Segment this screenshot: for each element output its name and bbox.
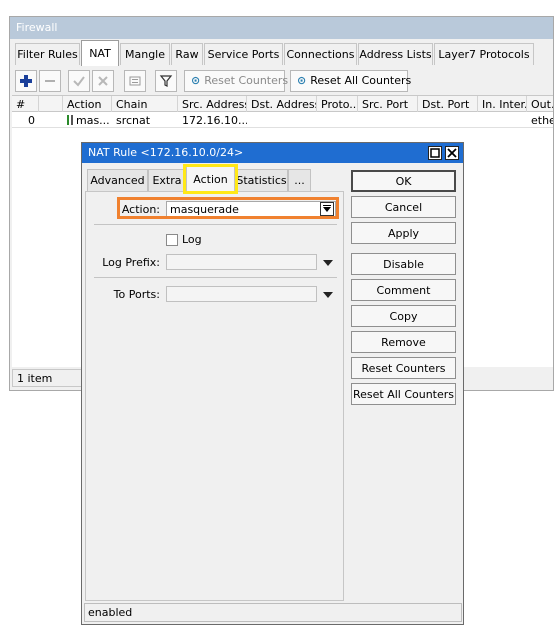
maximize-button[interactable] [428,146,442,160]
tab-mangle[interactable]: Mangle [120,43,170,65]
remove-button[interactable] [39,70,61,92]
separator [94,277,337,278]
firewall-status-bar: 1 item [12,369,82,387]
column-header-protocol[interactable]: Proto... [317,96,358,112]
action-tab-highlight [183,164,238,194]
apply-button[interactable]: Apply [351,222,456,244]
log-prefix-input[interactable] [166,254,317,270]
comment-icon [129,76,141,86]
cell-out-interface: ether1 [531,114,553,127]
reset-all-counters-button[interactable]: ⊙ Reset All Counters [290,70,412,92]
reset-counters-icon: ⊙ [191,74,201,87]
reset-counters-button[interactable]: ⊙ Reset Counters [184,70,289,92]
action-field-highlight [117,197,339,219]
separator [94,224,337,225]
check-icon [73,76,85,87]
tab-extra[interactable]: Extra [148,169,186,191]
table-row[interactable]: 0 mas... srcnat 172.16.10.... ether1 [12,112,553,128]
column-header-out-interface[interactable]: Out. I [527,96,553,112]
tab-connections[interactable]: Connections [284,43,357,65]
column-header-chain[interactable]: Chain [112,96,178,112]
disable-button[interactable]: Disable [351,253,456,275]
tab-more[interactable]: ... [288,169,311,191]
cancel-button[interactable]: Cancel [351,196,456,218]
nat-rule-dialog: NAT Rule <172.16.10.0/24> Advanced Extra… [81,142,464,625]
cell-number: 0 [28,114,35,127]
action-tab-panel: Action: masquerade Log Log Prefix: To Po… [85,191,344,601]
firewall-title-bar[interactable]: Firewall [10,17,553,39]
column-header-src-address[interactable]: Src. Address [178,96,247,112]
reset-counters-button[interactable]: Reset Counters [351,357,456,379]
tab-address-lists[interactable]: Address Lists [358,43,433,65]
reset-counters-label: Reset Counters [204,74,289,87]
plus-icon [20,75,32,87]
column-header-dst-address[interactable]: Dst. Address [247,96,317,112]
tab-raw[interactable]: Raw [171,43,203,65]
filter-icon [159,75,173,87]
tab-layer7-protocols[interactable]: Layer7 Protocols [434,43,534,65]
masquerade-icon [67,115,73,125]
comment-button[interactable]: Comment [351,279,456,301]
remove-button[interactable]: Remove [351,331,456,353]
close-button[interactable] [445,146,459,160]
cell-action-text: mas... [76,114,110,127]
log-prefix-label: Log Prefix: [102,256,160,269]
tab-service-ports[interactable]: Service Ports [204,43,283,65]
column-header-src-port[interactable]: Src. Port [358,96,418,112]
maximize-icon [430,148,440,158]
firewall-toolbar: ⊙ Reset Counters ⊙ Reset All Counters [12,67,552,93]
minus-icon [45,80,55,82]
reset-all-counters-icon: ⊙ [297,74,307,87]
copy-button[interactable]: Copy [351,305,456,327]
item-count: 1 item [17,372,53,385]
tab-advanced[interactable]: Advanced [87,169,148,191]
to-ports-label: To Ports: [113,288,160,301]
log-prefix-dropdown-icon[interactable] [323,260,333,266]
close-icon [447,148,457,158]
dialog-status-bar: enabled [84,603,462,622]
add-button[interactable] [15,70,37,92]
log-checkbox[interactable] [166,234,178,246]
tab-statistics[interactable]: Statistics [235,169,288,191]
enable-button[interactable] [68,70,90,92]
tab-filter-rules[interactable]: Filter Rules [15,43,80,65]
reset-all-counters-button[interactable]: Reset All Counters [351,383,456,405]
comment-button[interactable] [124,70,146,92]
log-label: Log [182,233,202,246]
cell-action: mas... [63,112,112,128]
cell-src-address: 172.16.10.... [182,114,247,127]
rule-status: enabled [88,606,133,619]
firewall-title: Firewall [16,21,58,34]
dialog-title-bar[interactable]: NAT Rule <172.16.10.0/24> [82,143,463,163]
column-header-in-interface[interactable]: In. Inter... [478,96,527,112]
filter-button[interactable] [155,70,177,92]
disable-button[interactable] [92,70,114,92]
column-header-action[interactable]: Action [63,96,112,112]
cell-chain: srcnat [116,114,151,127]
dialog-title: NAT Rule <172.16.10.0/24> [88,146,244,159]
table-header: # Action Chain Src. Address Dst. Address… [12,96,553,112]
to-ports-input[interactable] [166,286,317,302]
ok-button[interactable]: OK [351,170,456,192]
tab-nat[interactable]: NAT [81,40,119,66]
cross-icon [98,76,108,86]
column-header-blank[interactable] [39,96,63,112]
column-header-dst-port[interactable]: Dst. Port [418,96,478,112]
reset-all-counters-label: Reset All Counters [310,74,412,87]
to-ports-dropdown-icon[interactable] [323,292,333,298]
column-header-number[interactable]: # [12,96,39,112]
